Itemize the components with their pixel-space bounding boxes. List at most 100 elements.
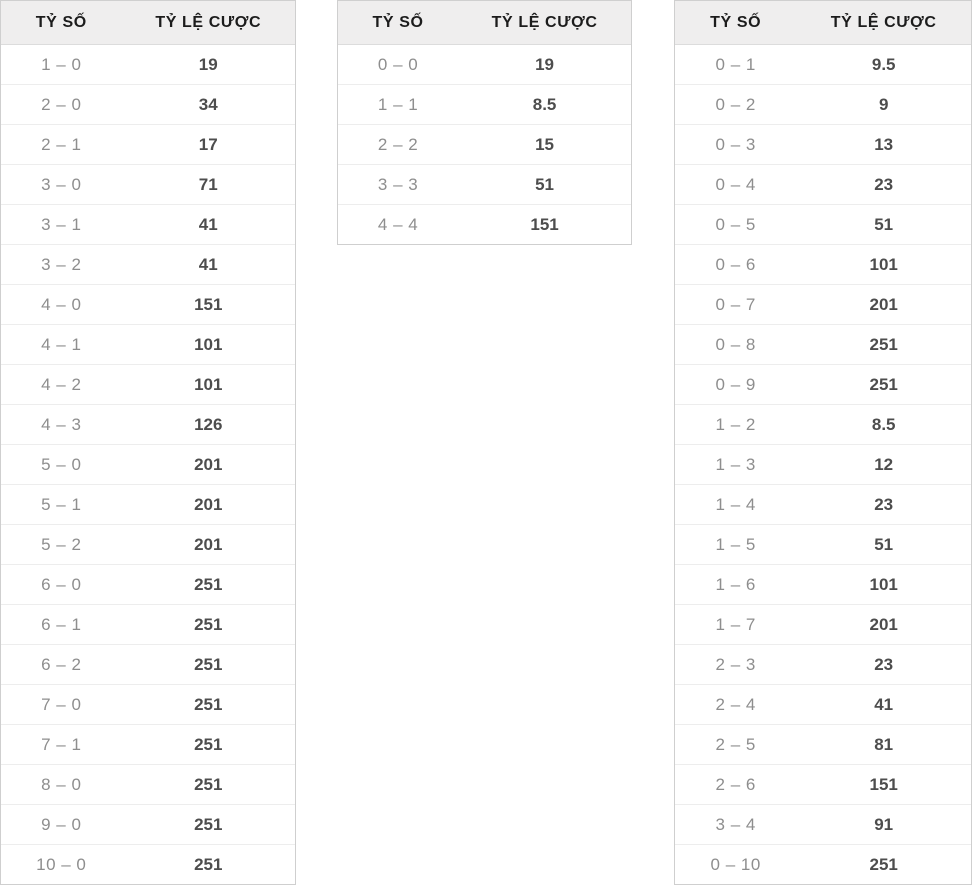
table-row[interactable]: 2 – 5 81 bbox=[675, 724, 971, 765]
table-row[interactable]: 0 – 0 19 bbox=[338, 44, 631, 85]
cell-score: 10 – 0 bbox=[36, 854, 87, 874]
table-row[interactable]: 9 – 0 251 bbox=[1, 804, 295, 845]
table-row[interactable]: 1 – 4 23 bbox=[675, 484, 971, 525]
cell-odds[interactable]: 9.5 bbox=[796, 44, 971, 85]
cell-odds[interactable]: 51 bbox=[458, 164, 631, 205]
cell-odds[interactable]: 101 bbox=[796, 564, 971, 605]
table-row[interactable]: 7 – 0 251 bbox=[1, 684, 295, 725]
cell-odds[interactable]: 251 bbox=[121, 804, 295, 845]
table-row[interactable]: 2 – 6 151 bbox=[675, 764, 971, 805]
table-row[interactable]: 0 – 6 101 bbox=[675, 244, 971, 285]
table-row[interactable]: 3 – 2 41 bbox=[1, 244, 295, 285]
table-row[interactable]: 0 – 7 201 bbox=[675, 284, 971, 325]
cell-odds[interactable]: 91 bbox=[796, 804, 971, 845]
cell-score: 4 – 4 bbox=[377, 214, 419, 234]
table-row[interactable]: 0 – 29 bbox=[675, 84, 971, 125]
table-row[interactable]: 0 – 5 51 bbox=[675, 204, 971, 245]
table-row[interactable]: 0 – 3 13 bbox=[675, 124, 971, 165]
cell-odds[interactable]: 34 bbox=[121, 84, 295, 125]
cell-odds[interactable]: 41 bbox=[121, 204, 295, 245]
cell-odds[interactable]: 251 bbox=[796, 364, 971, 405]
cell-odds[interactable]: 101 bbox=[796, 244, 971, 285]
table-row[interactable]: 1 – 6 101 bbox=[675, 564, 971, 605]
cell-odds[interactable]: 19 bbox=[458, 44, 631, 85]
cell-odds[interactable]: 251 bbox=[121, 644, 295, 685]
cell-odds[interactable]: 8.5 bbox=[796, 404, 971, 445]
table-row[interactable]: 4 – 2 101 bbox=[1, 364, 295, 405]
cell-odds[interactable]: 251 bbox=[121, 564, 295, 605]
cell-odds[interactable]: 201 bbox=[796, 604, 971, 645]
table-row[interactable]: 7 – 1 251 bbox=[1, 724, 295, 765]
table-row[interactable]: 5 – 0 201 bbox=[1, 444, 295, 485]
table-row[interactable]: 4 – 3 126 bbox=[1, 404, 295, 445]
cell-odds[interactable]: 251 bbox=[121, 764, 295, 805]
cell-odds[interactable]: 23 bbox=[796, 164, 971, 205]
cell-odds[interactable]: 151 bbox=[458, 205, 631, 245]
table-row[interactable]: 3 – 3 51 bbox=[338, 164, 631, 205]
table-row[interactable]: 0 – 8 251 bbox=[675, 324, 971, 365]
cell-odds[interactable]: 126 bbox=[121, 404, 295, 445]
cell-odds[interactable]: 201 bbox=[121, 524, 295, 565]
cell-odds[interactable]: 251 bbox=[122, 845, 295, 885]
table-row[interactable]: 1 – 0 19 bbox=[1, 44, 295, 85]
table-row[interactable]: 5 – 2 201 bbox=[1, 524, 295, 565]
cell-odds[interactable]: 251 bbox=[121, 684, 295, 725]
cell-odds[interactable]: 201 bbox=[796, 284, 971, 325]
table-row[interactable]: 8 – 0 251 bbox=[1, 764, 295, 805]
table-header-home-win: TỶ SỐ TỶ LỆ CƯỢC bbox=[1, 1, 295, 45]
cell-odds[interactable]: 251 bbox=[121, 724, 295, 765]
table-row[interactable]: 4 – 4 151 bbox=[338, 205, 631, 245]
table-row[interactable]: 0 – 9 251 bbox=[675, 364, 971, 405]
cell-odds[interactable]: 101 bbox=[121, 324, 295, 365]
table-row[interactable]: 3 – 1 41 bbox=[1, 204, 295, 245]
table-row[interactable]: 0 – 1 9.5 bbox=[675, 44, 971, 85]
table-row[interactable]: 2 – 1 17 bbox=[1, 124, 295, 165]
table-row[interactable]: 0 – 4 23 bbox=[675, 164, 971, 205]
cell-odds[interactable]: 51 bbox=[796, 524, 971, 565]
table-row[interactable]: 4 – 0 151 bbox=[1, 284, 295, 325]
table-row[interactable]: 6 – 2 251 bbox=[1, 644, 295, 685]
cell-odds[interactable]: 251 bbox=[121, 604, 295, 645]
table-row[interactable]: 3 – 4 91 bbox=[675, 804, 971, 845]
table-row[interactable]: 5 – 1 201 bbox=[1, 484, 295, 525]
cell-odds[interactable]: 17 bbox=[121, 124, 295, 165]
cell-odds[interactable]: 23 bbox=[796, 644, 971, 685]
table-row[interactable]: 1 – 7 201 bbox=[675, 604, 971, 645]
table-row[interactable]: 10 – 0 251 bbox=[1, 845, 295, 885]
table-row[interactable]: 6 – 1 251 bbox=[1, 604, 295, 645]
cell-odds[interactable]: 81 bbox=[796, 724, 971, 765]
cell-odds[interactable]: 201 bbox=[121, 484, 295, 525]
table-row[interactable]: 2 – 4 41 bbox=[675, 684, 971, 725]
table-row[interactable]: 0 – 10 251 bbox=[675, 845, 971, 885]
cell-odds[interactable]: 151 bbox=[121, 284, 295, 325]
cell-odds[interactable]: 41 bbox=[796, 684, 971, 725]
table-body-away-win: 0 – 1 9.5 0 – 290 – 3 13 0 – 4 23 0 – 5 51 0 – 6… bbox=[675, 44, 971, 885]
cell-odds[interactable]: 13 bbox=[796, 124, 971, 165]
table-row[interactable]: 1 – 2 8.5 bbox=[675, 404, 971, 445]
cell-odds[interactable]: 23 bbox=[796, 484, 971, 525]
table-row[interactable]: 3 – 0 71 bbox=[1, 164, 295, 205]
cell-odds[interactable]: 51 bbox=[796, 204, 971, 245]
cell-odds[interactable]: 151 bbox=[796, 764, 971, 805]
cell-odds[interactable]: 71 bbox=[121, 164, 295, 205]
table-row[interactable]: 2 – 0 34 bbox=[1, 84, 295, 125]
table-row[interactable]: 1 – 3 12 bbox=[675, 444, 971, 485]
cell-odds[interactable]: 251 bbox=[796, 324, 971, 365]
cell-odds[interactable]: 101 bbox=[121, 364, 295, 405]
cell-odds[interactable]: 15 bbox=[458, 124, 631, 165]
table-row[interactable]: 2 – 2 15 bbox=[338, 124, 631, 165]
table-row[interactable]: 6 – 0 251 bbox=[1, 564, 295, 605]
cell-odds[interactable]: 12 bbox=[796, 444, 971, 485]
table-row[interactable]: 1 – 5 51 bbox=[675, 524, 971, 565]
cell-odds[interactable]: 201 bbox=[121, 444, 295, 485]
cell-odds[interactable]: 9 bbox=[796, 84, 971, 125]
table-row[interactable]: 2 – 3 23 bbox=[675, 644, 971, 685]
table-row[interactable]: 1 – 1 8.5 bbox=[338, 84, 631, 125]
cell-odds[interactable]: 19 bbox=[121, 44, 295, 85]
column-header-odds: TỶ LỆ CƯỢC bbox=[458, 1, 631, 45]
cell-odds[interactable]: 8.5 bbox=[458, 84, 631, 125]
cell-odds[interactable]: 251 bbox=[796, 845, 971, 885]
cell-score: 2 – 1 bbox=[1, 124, 122, 165]
table-row[interactable]: 4 – 1 101 bbox=[1, 324, 295, 365]
cell-odds[interactable]: 41 bbox=[121, 244, 295, 285]
